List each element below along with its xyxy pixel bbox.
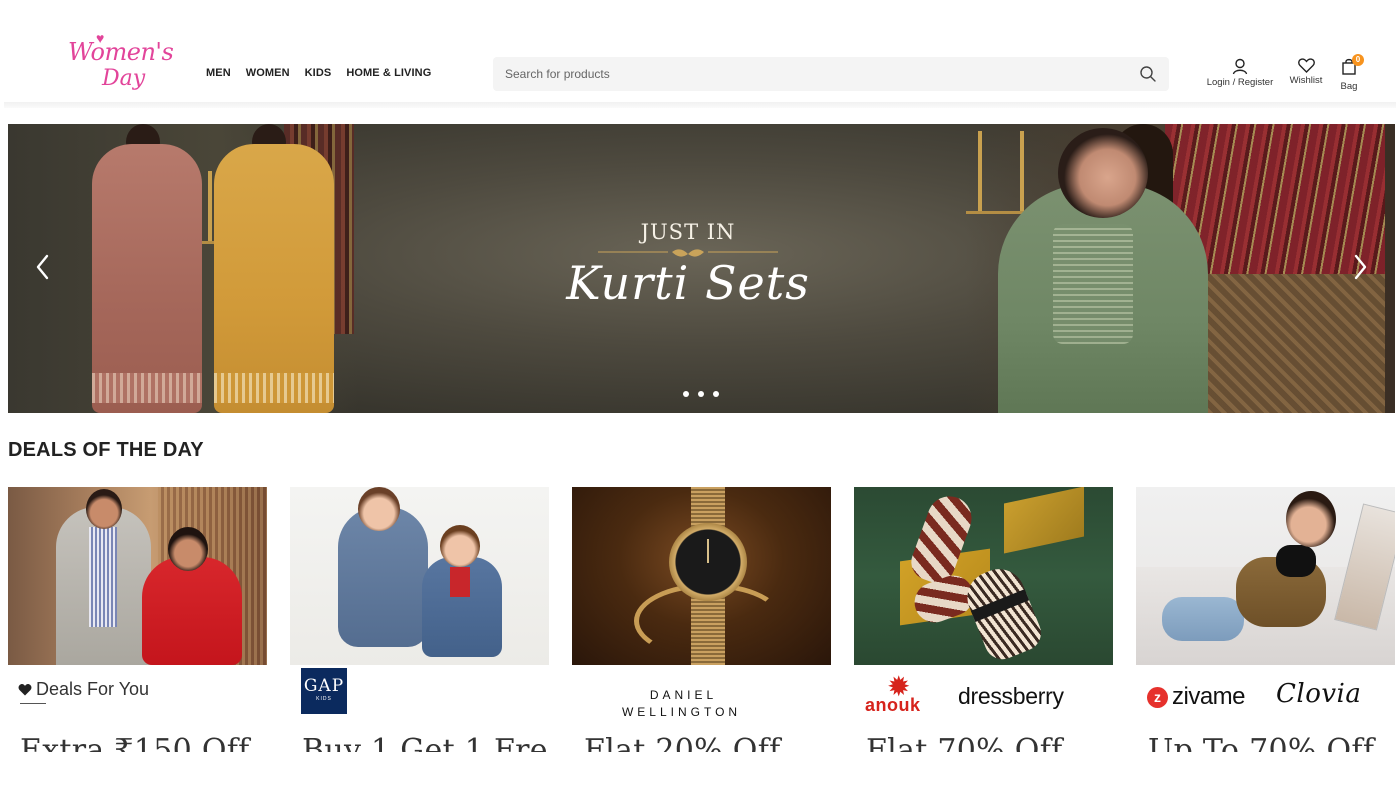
deal-brand-area: z zivame Clovia [1136, 665, 1395, 725]
deals-section-title: DEALS OF THE DAY [8, 439, 204, 461]
dressberry-logo: dressberry [958, 683, 1064, 709]
footwear-photo [854, 487, 1113, 665]
viewport-cutoff [0, 752, 1400, 800]
wishlist-label: Wishlist [1289, 75, 1323, 86]
deal-card-deals-for-you[interactable]: Deals For You Extra ₹150 Off [8, 487, 267, 757]
zivame-logo-text: zivame [1172, 683, 1246, 710]
womens-day-logo[interactable]: ♥ Women's Day [66, 30, 176, 100]
deal-brand-area: ✹ anouk dressberry [854, 665, 1113, 725]
main-nav: MEN WOMEN KIDS HOME & LIVING [206, 67, 431, 79]
model-head [1058, 128, 1148, 218]
anouk-logo: ✹ anouk [865, 673, 941, 719]
gap-logo-text: GAP [303, 676, 345, 696]
bag-count-badge: 0 [1352, 54, 1364, 66]
bag-button[interactable]: 0 Bag [1334, 54, 1364, 92]
heart-icon [18, 684, 32, 696]
lingerie-photo [1136, 487, 1395, 665]
deal-card-zivame-clovia[interactable]: z zivame Clovia Up To 70% Off [1136, 487, 1395, 757]
heart-outline-icon [1288, 58, 1324, 73]
watch-photo [572, 487, 831, 665]
header-divider [4, 102, 1396, 108]
deals-for-you-text: Deals For You [36, 679, 150, 699]
nav-item-men[interactable]: MEN [206, 67, 231, 79]
carousel-dot[interactable] [683, 391, 689, 397]
deals-for-you-label: Deals For You [18, 679, 149, 700]
divider [20, 703, 46, 704]
anouk-logo-text: anouk [865, 695, 921, 715]
carousel-dot[interactable] [698, 391, 704, 397]
deal-card-daniel-wellington[interactable]: DANIEL WELLINGTON Flat 20% Off [572, 487, 831, 757]
gap-logo-subtext: KIDS [316, 696, 332, 702]
logo-line-2: Day [102, 66, 146, 91]
login-register-label: Login / Register [1206, 77, 1274, 88]
hero-title: Kurti Sets [566, 256, 810, 310]
deal-card-anouk-dressberry[interactable]: ✹ anouk dressberry Flat 70% Off [854, 487, 1113, 757]
login-register-button[interactable]: Login / Register [1206, 58, 1274, 88]
user-icon [1206, 58, 1274, 75]
couple-photo [8, 487, 267, 665]
kids-denim-photo [290, 487, 549, 665]
clovia-logo: Clovia [1276, 679, 1362, 709]
hero-kicker: JUST IN [640, 220, 736, 244]
dw-logo-line-2: WELLINGTON [621, 705, 742, 719]
hero-banner[interactable]: JUST IN Kurti Sets [8, 124, 1395, 413]
hero-headline: JUST IN Kurti Sets [528, 220, 848, 310]
deal-card-gap-kids[interactable]: GAP KIDS Buy 1 Get 1 Free [290, 487, 549, 757]
carousel-dot[interactable] [713, 391, 719, 397]
nav-item-women[interactable]: WOMEN [246, 67, 290, 79]
dw-logo-line-1: DANIEL [649, 688, 718, 702]
candelabra-image [966, 124, 1036, 214]
bag-label: Bag [1340, 81, 1358, 92]
rust-kurti-image [92, 144, 202, 413]
carousel-dots [683, 391, 719, 397]
deal-brand-area: DANIEL WELLINGTON [572, 665, 831, 725]
zivame-logo-mark-icon: z [1147, 686, 1168, 708]
carousel-prev-arrow-icon[interactable] [32, 252, 54, 282]
site-header: ♥ Women's Day MEN WOMEN KIDS HOME & LIVI… [0, 0, 1400, 106]
carousel-next-arrow-icon[interactable] [1349, 252, 1371, 282]
carved-chair-image [1185, 274, 1385, 413]
search-input[interactable] [493, 57, 1123, 91]
wishlist-button[interactable]: Wishlist [1288, 58, 1324, 86]
search-bar [493, 57, 1169, 91]
nav-item-home-living[interactable]: HOME & LIVING [346, 67, 431, 79]
deal-brand-area: Deals For You [8, 665, 267, 725]
mustard-kurti-image [214, 144, 334, 413]
gap-kids-logo: GAP KIDS [301, 668, 347, 714]
zivame-logo: z zivame [1147, 683, 1246, 711]
search-icon[interactable] [1139, 65, 1157, 83]
daniel-wellington-logo: DANIEL WELLINGTON [572, 687, 831, 721]
nav-item-kids[interactable]: KIDS [305, 67, 332, 79]
logo-line-1: Women's [68, 38, 174, 66]
deal-brand-area: GAP KIDS [290, 665, 549, 725]
green-kurti-image [998, 184, 1208, 413]
